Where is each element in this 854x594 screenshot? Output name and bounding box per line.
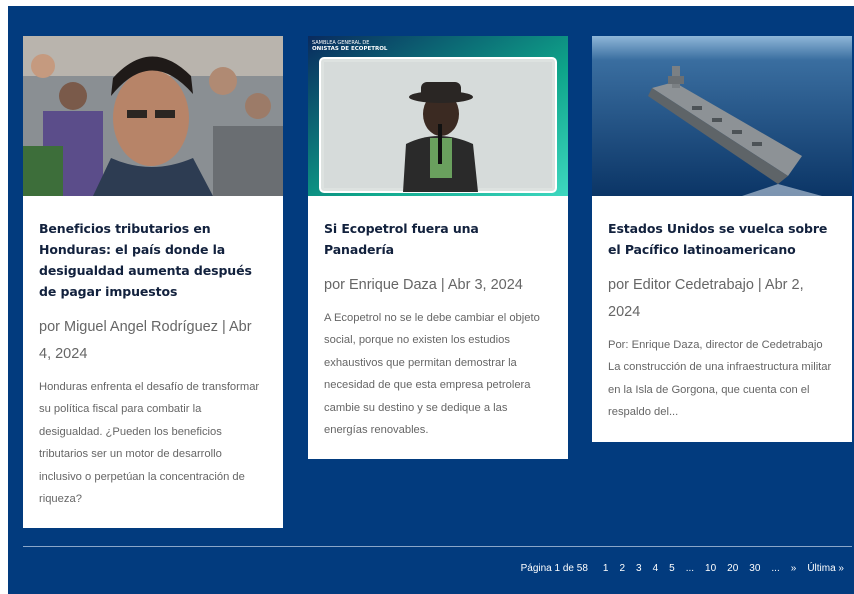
post-card: Estados Unidos se vuelca sobre el Pacífi… [592,36,852,442]
pagination: Página 1 de 58 1 2 3 4 5 ... 10 20 30 ..… [521,563,844,574]
post-card: Beneficios tributarios en Honduras: el p… [23,36,283,529]
speaker-video-image: SAMBLEA GENERAL DE ONISTAS DE ECOPETROL [308,36,568,196]
page-link[interactable]: 10 [705,563,716,574]
post-title[interactable]: Beneficios tributarios en Honduras: el p… [39,218,267,302]
next-page-link[interactable]: » [791,563,797,574]
page-ellipsis: ... [771,563,780,574]
post-excerpt: A Ecopetrol no se le debe cambiar el obj… [324,312,540,437]
page-link[interactable]: 5 [669,563,675,574]
last-page-link[interactable]: Última » [807,563,844,574]
crowd-portrait-image [23,36,283,196]
post-meta[interactable]: por Miguel Angel Rodríguez | Abr 4, 2024 [39,314,267,368]
post-card: SAMBLEA GENERAL DE ONISTAS DE ECOPETROL … [308,36,568,460]
page-link[interactable]: 1 [603,563,609,574]
post-thumbnail-link[interactable]: SAMBLEA GENERAL DE ONISTAS DE ECOPETROL [308,36,568,196]
post-excerpt: Honduras enfrenta el desafío de transfor… [39,381,260,506]
pagination-divider [23,546,852,547]
post-title[interactable]: Estados Unidos se vuelca sobre el Pacífi… [608,218,836,260]
post-meta[interactable]: por Editor Cedetrabajo | Abr 2, 2024 [608,272,836,326]
page-link[interactable]: 30 [749,563,760,574]
image-caption: ONISTAS DE ECOPETROL [312,46,388,52]
aircraft-carrier-image [592,36,852,196]
page-link[interactable]: 3 [636,563,642,574]
blog-archive: Beneficios tributarios en Honduras: el p… [8,6,854,594]
page-link[interactable]: 2 [619,563,625,574]
page-link[interactable]: 4 [653,563,659,574]
page-ellipsis: ... [685,563,695,574]
pagination-label: Página 1 de 58 [520,563,588,574]
post-thumbnail-link[interactable] [23,36,283,196]
post-excerpt: Por: Enrique Daza, director de Cedetraba… [608,339,832,419]
post-title[interactable]: Si Ecopetrol fuera una Panadería [324,218,552,260]
post-meta[interactable]: por Enrique Daza | Abr 3, 2024 [324,272,552,299]
post-thumbnail-link[interactable] [592,36,852,196]
page-link[interactable]: 20 [727,563,738,574]
